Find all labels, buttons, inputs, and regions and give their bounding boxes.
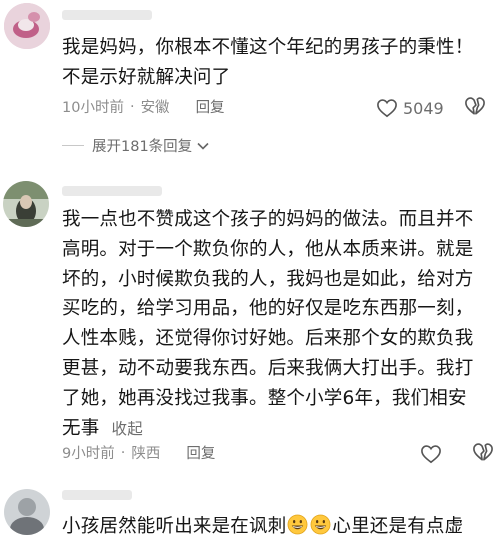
comment-text-segment: 小孩居然能听出来是在讽刺	[62, 516, 287, 537]
dislike-button[interactable]	[464, 96, 486, 120]
comment-text-line: 买吃的，给学习用品，他的好仅是吃东西那一刻，	[62, 298, 474, 320]
comment-text-segment: 心里还是有点虚	[332, 516, 464, 537]
grinning-face-emoji-icon	[287, 514, 308, 535]
reply-button[interactable]: 回复	[186, 442, 215, 463]
comment-text-line: 无事	[62, 417, 100, 439]
dislike-button[interactable]	[472, 442, 494, 466]
avatar[interactable]	[4, 3, 50, 49]
comment-text-line: 坏的，小时候欺负我的人，我妈也是如此，给对方	[62, 268, 474, 290]
comment-text-line: 不是示好就解决问了	[62, 66, 231, 88]
comment-text-last-line: 无事 收起	[62, 414, 494, 445]
location: 安徽	[140, 100, 170, 116]
timestamp: 9小时前	[62, 446, 115, 462]
divider	[62, 145, 84, 146]
comment-meta: 10小时前 · 安徽 回复	[62, 96, 225, 117]
comment-text-line: 高明。对于一个欺负你的人，他从本质来讲。就是	[62, 238, 474, 260]
comment-text-line: 我一点也不赞成这个孩子的妈妈的做法。而且并不	[62, 209, 474, 230]
collapse-button[interactable]: 收起	[112, 420, 143, 438]
expand-replies-label: 展开181条回复	[92, 139, 193, 155]
like-button[interactable]: 5049	[376, 98, 444, 118]
comment-actions: 5049	[376, 96, 486, 120]
comment-2: 我一点也不赞成这个孩子的妈妈的做法。而且并不 高明。对于一个欺负你的人，他从本质…	[0, 178, 499, 478]
expand-replies-button[interactable]: 展开181条回复	[62, 135, 209, 156]
comment-text-line: 更甚，动不动要我东西。后来我俩大打出手。我打	[62, 357, 474, 379]
like-button[interactable]	[420, 444, 447, 464]
username[interactable]	[62, 490, 132, 500]
broken-heart-icon	[473, 443, 493, 461]
avatar[interactable]	[4, 489, 50, 535]
like-count: 5049	[403, 98, 444, 118]
comment-3: 小孩居然能听出来是在讽刺 心里还是有点虚	[0, 486, 499, 544]
heart-outline-icon	[421, 445, 441, 464]
username[interactable]	[62, 10, 152, 20]
avatar[interactable]	[3, 181, 49, 227]
comment-1: 我是妈妈，你根本不懂这个年纪的男孩子的秉性！ 不是示好就解决问了 10小时前 ·…	[0, 0, 499, 160]
grinning-face-emoji-icon	[310, 514, 331, 535]
comment-meta: 9小时前 · 陕西 回复	[62, 442, 215, 463]
reply-button[interactable]: 回复	[196, 96, 225, 117]
heart-outline-icon	[377, 99, 397, 118]
location: 陕西	[131, 446, 161, 462]
comment-text: 我一点也不赞成这个孩子的妈妈的做法。而且并不 高明。对于一个欺负你的人，他从本质…	[62, 205, 494, 444]
comment-text: 我是妈妈，你根本不懂这个年纪的男孩子的秉性！ 不是示好就解决问了	[62, 33, 492, 93]
broken-heart-icon	[464, 97, 485, 115]
comment-text-line: 人性本贱，还觉得你讨好她。后来那个女的欺负我	[62, 328, 474, 350]
comment-actions	[420, 442, 494, 466]
username[interactable]	[62, 186, 162, 196]
comment-text-line: 我是妈妈，你根本不懂这个年纪的男孩子的秉性！	[62, 37, 474, 58]
timestamp: 10小时前	[62, 100, 124, 116]
chevron-down-icon	[197, 142, 209, 150]
comment-text: 小孩居然能听出来是在讽刺 心里还是有点虚	[62, 512, 499, 542]
comment-text-line: 了她，她再没找过我事。整个小学6年，我们相安	[62, 387, 467, 409]
